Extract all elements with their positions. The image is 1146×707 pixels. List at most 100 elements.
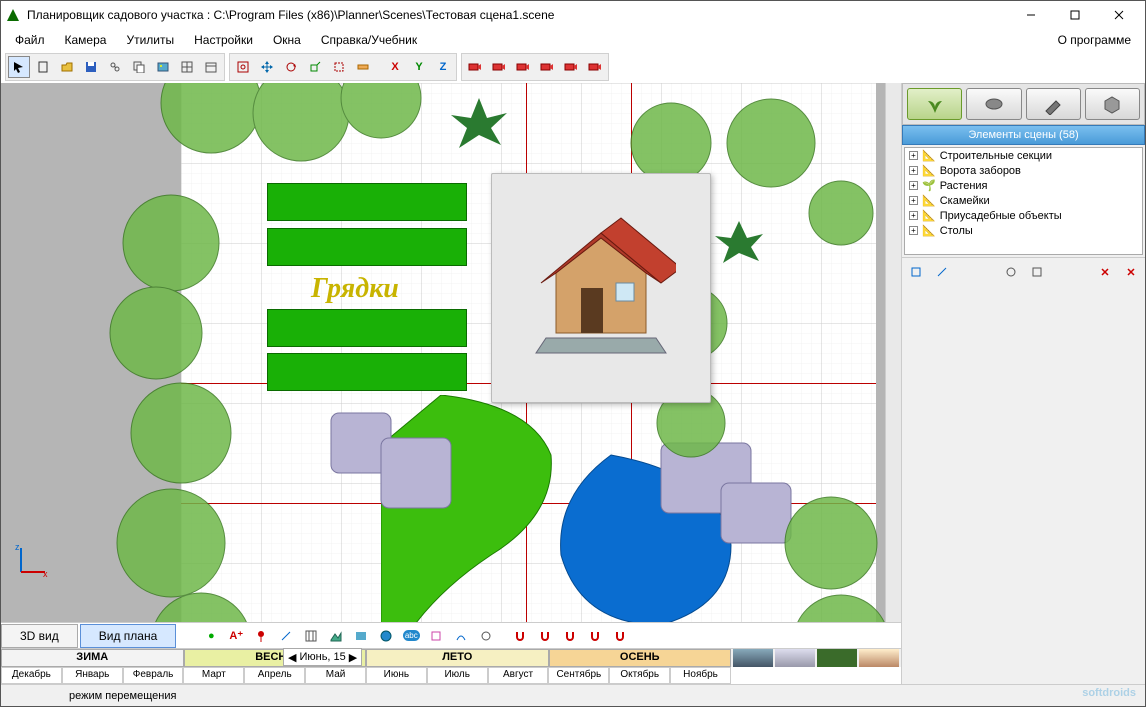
magnet-1-icon[interactable] — [509, 625, 531, 647]
camera-5-icon[interactable] — [560, 56, 582, 78]
rp-tab-materials[interactable] — [1085, 88, 1140, 120]
select-region-icon[interactable] — [328, 56, 350, 78]
text-tool-icon[interactable]: A⁺ — [225, 625, 247, 647]
rp-btn-4[interactable] — [1026, 261, 1048, 283]
camera-6-icon[interactable] — [584, 56, 606, 78]
grid-tool-icon[interactable] — [300, 625, 322, 647]
tree-item[interactable]: +📐Скамейки — [905, 193, 1142, 208]
rp-btn-3[interactable] — [1000, 261, 1022, 283]
viewport-column: Грядки — [1, 83, 901, 684]
photo-tool-icon[interactable] — [350, 625, 372, 647]
axis-y-button[interactable]: Y — [408, 56, 430, 78]
open-file-icon[interactable] — [56, 56, 78, 78]
rp-btn-1[interactable] — [905, 261, 927, 283]
sky-thumb-4[interactable] — [859, 649, 899, 667]
month-feb[interactable]: Февраль — [123, 667, 184, 685]
link-icon[interactable] — [104, 56, 126, 78]
rp-btn-2[interactable] — [931, 261, 953, 283]
menu-utilities[interactable]: Утилиты — [116, 31, 184, 49]
month-jan[interactable]: Январь — [62, 667, 123, 685]
copy-icon[interactable] — [128, 56, 150, 78]
new-file-icon[interactable] — [32, 56, 54, 78]
shape-tool-icon[interactable] — [425, 625, 447, 647]
minimize-button[interactable] — [1009, 1, 1053, 29]
rotate-icon[interactable] — [280, 56, 302, 78]
terrain-tool-icon[interactable] — [325, 625, 347, 647]
date-picker[interactable]: ◀ Июнь, 15 ▶ — [283, 648, 362, 666]
tree-item[interactable]: +📐Столы — [905, 223, 1142, 238]
camera-4-icon[interactable] — [536, 56, 558, 78]
settings-tool-icon[interactable] — [475, 625, 497, 647]
date-next-icon[interactable]: ▶ — [349, 651, 357, 664]
tree-item[interactable]: +📐Приусадебные объекты — [905, 208, 1142, 223]
season-autumn[interactable]: ОСЕНЬ — [549, 649, 732, 667]
line-tool-icon[interactable] — [275, 625, 297, 647]
marker-tool-icon[interactable] — [250, 625, 272, 647]
close-button[interactable] — [1097, 1, 1141, 29]
move-icon[interactable] — [256, 56, 278, 78]
rp-delete-icon[interactable]: ✕ — [1094, 261, 1116, 283]
menu-windows[interactable]: Окна — [263, 31, 311, 49]
toolbar-camera — [461, 53, 609, 81]
sky-thumb-3[interactable] — [817, 649, 857, 667]
magnet-3-icon[interactable] — [559, 625, 581, 647]
month-nov[interactable]: Ноябрь — [670, 667, 731, 685]
rp-tab-tools[interactable] — [1026, 88, 1081, 120]
camera-2-icon[interactable] — [488, 56, 510, 78]
maximize-button[interactable] — [1053, 1, 1097, 29]
folder-icon: 📐 — [922, 224, 936, 237]
menu-help[interactable]: Справка/Учебник — [311, 31, 427, 49]
season-summer[interactable]: ЛЕТО — [366, 649, 549, 667]
rp-delete-all-icon[interactable]: ✕ — [1120, 261, 1142, 283]
sky-thumb-1[interactable] — [733, 649, 773, 667]
grid-icon[interactable] — [176, 56, 198, 78]
pointer-tool-icon[interactable] — [8, 56, 30, 78]
abc-tool-icon[interactable]: abc — [400, 625, 422, 647]
calendar-icon[interactable] — [200, 56, 222, 78]
axis-x-button[interactable]: X — [384, 56, 406, 78]
menu-file[interactable]: Файл — [5, 31, 55, 49]
menu-about[interactable]: О программе — [1048, 31, 1141, 49]
tab-3d-view[interactable]: 3D вид — [1, 624, 78, 648]
right-panel: Элементы сцены (58) +📐Строительные секци… — [901, 83, 1145, 684]
image-icon[interactable] — [152, 56, 174, 78]
month-oct[interactable]: Октябрь — [609, 667, 670, 685]
month-apr[interactable]: Апрель — [244, 667, 305, 685]
measure-icon[interactable] — [352, 56, 374, 78]
magnet-2-icon[interactable] — [534, 625, 556, 647]
rp-tab-objects[interactable] — [966, 88, 1021, 120]
menu-settings[interactable]: Настройки — [184, 31, 263, 49]
month-aug[interactable]: Август — [488, 667, 549, 685]
tree-item[interactable]: +📐Ворота заборов — [905, 163, 1142, 178]
scale-icon[interactable] — [304, 56, 326, 78]
camera-3-icon[interactable] — [512, 56, 534, 78]
month-may[interactable]: Май — [305, 667, 366, 685]
month-sep[interactable]: Сентябрь — [548, 667, 609, 685]
magnet-5-icon[interactable] — [609, 625, 631, 647]
month-jul[interactable]: Июль — [427, 667, 488, 685]
magnet-4-icon[interactable] — [584, 625, 606, 647]
toolbar-transform: X Y Z — [229, 53, 457, 81]
axis-z-button[interactable]: Z — [432, 56, 454, 78]
globe-tool-icon[interactable] — [375, 625, 397, 647]
camera-1-icon[interactable] — [464, 56, 486, 78]
menu-camera[interactable]: Камера — [55, 31, 117, 49]
scene-elements-tree[interactable]: +📐Строительные секции +📐Ворота заборов +… — [904, 147, 1143, 255]
sky-thumb-2[interactable] — [775, 649, 815, 667]
save-file-icon[interactable] — [80, 56, 102, 78]
viewport-scrollbar-vertical[interactable] — [885, 83, 901, 622]
zoom-view-icon[interactable] — [232, 56, 254, 78]
month-mar[interactable]: Март — [183, 667, 244, 685]
season-winter[interactable]: ЗИМА — [1, 649, 184, 667]
tree-item[interactable]: +🌱Растения — [905, 178, 1142, 193]
dot-tool-icon[interactable]: ● — [200, 625, 222, 647]
tree-item[interactable]: +📐Строительные секции — [905, 148, 1142, 163]
month-jun[interactable]: Июнь — [366, 667, 427, 685]
tab-plan-view[interactable]: Вид плана — [80, 624, 177, 648]
house-preview-card[interactable] — [491, 173, 711, 403]
viewport-2d[interactable]: Грядки — [1, 83, 885, 622]
curve-tool-icon[interactable] — [450, 625, 472, 647]
month-dec[interactable]: Декабрь — [1, 667, 62, 685]
date-prev-icon[interactable]: ◀ — [288, 651, 296, 664]
rp-tab-plants[interactable] — [907, 88, 962, 120]
